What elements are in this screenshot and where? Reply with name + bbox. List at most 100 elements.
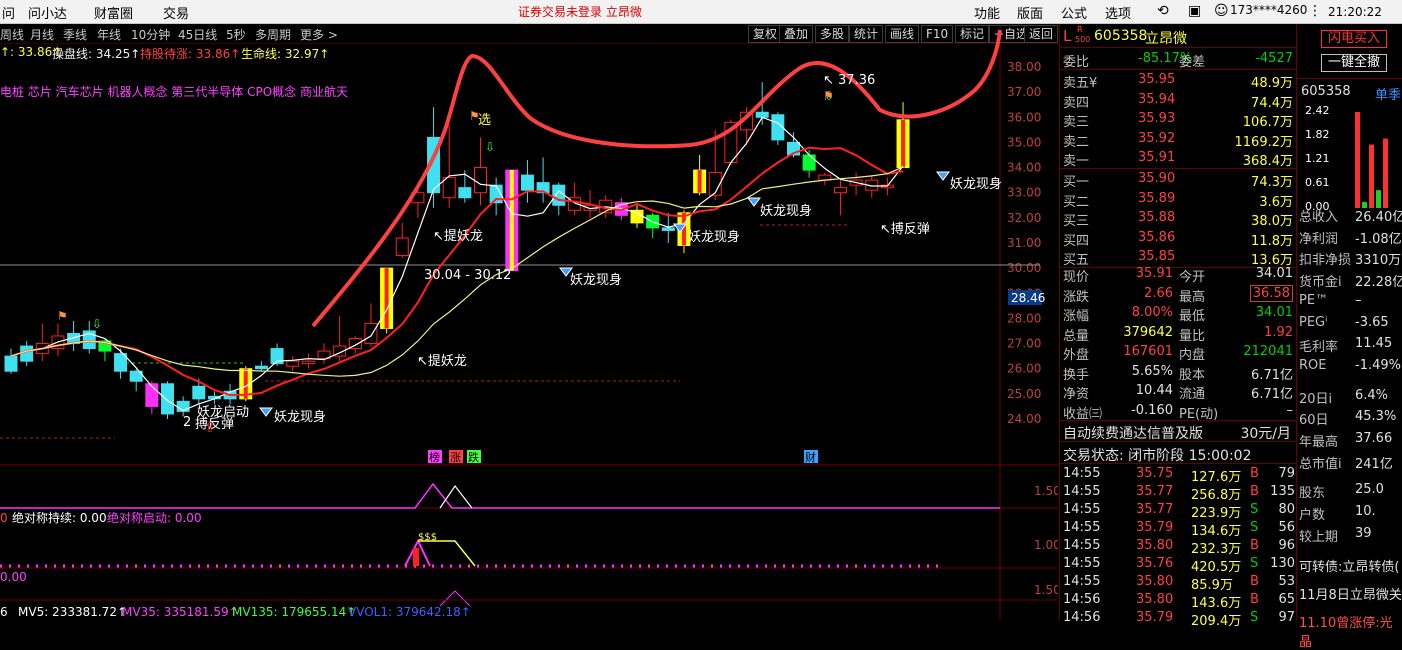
stat-row[interactable]: 现价 35.91 今开 34.01: [1060, 265, 1297, 285]
candle-body: [161, 383, 174, 415]
high-label: ↖ 37.36: [823, 73, 875, 88]
ask-row[interactable]: 卖二 35.92 1169.2万: [1060, 130, 1297, 150]
price-tick-label: 30.00: [1007, 261, 1041, 275]
refresh-icon[interactable]: ⟲: [1157, 3, 1169, 19]
tick-row[interactable]: 14:55 35.77 223.9万 S 80: [1060, 501, 1297, 521]
stat-row[interactable]: 涨幅 8.00% 最低 34.01: [1060, 304, 1297, 324]
signal-tiyaolong-2: ↖提妖龙: [417, 353, 467, 369]
ask-row[interactable]: 卖四 35.94 74.4万: [1060, 91, 1297, 111]
signal-xianshen-4: 妖龙现身: [950, 176, 1002, 192]
ask-price: 35.92: [1138, 130, 1176, 146]
tick-row[interactable]: 14:55 35.76 420.5万 S 130: [1060, 555, 1297, 575]
bid-price: 35.86: [1138, 229, 1176, 245]
stat-row[interactable]: 涨跌 2.66 最高 36.58: [1060, 284, 1297, 305]
tick-price: 35.77: [1136, 502, 1174, 517]
fundamental-value: –: [1355, 292, 1362, 308]
convertible-bond[interactable]: 可转债:立昂转债(: [1299, 556, 1399, 575]
fundamental-value: 45.3%: [1355, 409, 1397, 425]
fin-axis-label: 1.21: [1305, 152, 1330, 165]
fin-axis-label: 0.61: [1305, 176, 1330, 189]
concept-tags[interactable]: 电桩 芯片 汽车芯片 机器人概念 第三代半导体 CPO概念 商业航天: [0, 83, 348, 100]
menu-item-options[interactable]: 选项: [1105, 3, 1131, 22]
stat-label: 净资: [1063, 387, 1090, 402]
bid-row[interactable]: 买一 35.90 74.3万: [1060, 170, 1297, 190]
window-icon[interactable]: ▣: [1188, 3, 1201, 19]
right-code: 605358: [1301, 84, 1351, 99]
stat-row[interactable]: 净资 10.44 流通 6.71亿: [1060, 382, 1297, 402]
candle-body: [474, 167, 487, 194]
stat-value: 36.58: [1249, 284, 1293, 302]
up-arrow-icon: ⇧: [204, 420, 216, 436]
menu-item-formula[interactable]: 公式: [1061, 3, 1087, 22]
stat-value: 35.91: [1135, 266, 1173, 281]
quarter-toggle[interactable]: 单季: [1375, 84, 1401, 103]
fundamental-key: 总市值i: [1299, 456, 1342, 472]
tick-row[interactable]: 14:55 35.80 85.9万 B 53: [1060, 573, 1297, 593]
tick-row[interactable]: 14:55 35.77 256.8万 B 135: [1060, 483, 1297, 503]
stock-name: 立昂微: [1145, 31, 1187, 47]
event-marker-label: 榜: [429, 450, 440, 464]
stat-label: 最高: [1179, 289, 1206, 305]
quote-header: L R 500 605358 立昂微: [1060, 24, 1297, 48]
fundamental-value: 26.40亿: [1355, 210, 1402, 225]
more-icon[interactable]: ⋮: [1308, 3, 1322, 19]
ask-price: 35.91: [1138, 150, 1176, 165]
candle-body: [286, 360, 300, 367]
down-arrow-icon: ⇩: [92, 317, 102, 331]
sub3-spike: [439, 590, 471, 607]
promo-price[interactable]: 30元/月: [1240, 423, 1291, 443]
life-line-value: 生命线: 32.97↑: [241, 47, 330, 61]
price-tick-label: 28.00: [1007, 311, 1041, 325]
stat-value: –: [1286, 402, 1294, 418]
select-label: 选: [478, 113, 491, 128]
candle-body: [395, 237, 409, 257]
promo-text[interactable]: 自动续费通达信普及版: [1063, 423, 1203, 443]
bid-row[interactable]: 买三 35.88 38.0万: [1060, 209, 1297, 229]
promo-row[interactable]: 自动续费通达信普及版 30元/月: [1060, 422, 1297, 442]
stat-value: 379642: [1123, 324, 1173, 340]
stat-row[interactable]: 外盘 167601 内盘 212041: [1060, 343, 1297, 363]
fundamental-row: ROE -1.49%: [1297, 358, 1402, 379]
tick-list[interactable]: 14:55 35.75 127.6万 B 79 14:55 35.77 256.8万 B 135 1…: [1060, 465, 1297, 629]
bid-label: 买一: [1063, 175, 1090, 190]
ask-row[interactable]: 卖一 35.91 368.4万: [1060, 149, 1297, 169]
bid-row[interactable]: 买四 35.86 11.8万: [1060, 229, 1297, 249]
price-tick-label: 34.00: [1007, 161, 1041, 175]
diamond-signal-icon: [259, 407, 273, 417]
low-label: 2: [183, 415, 191, 430]
candle-inner-mark: [697, 170, 702, 193]
candle-body: [301, 360, 315, 365]
fundamental-key: 较上期: [1299, 529, 1339, 545]
stat-row[interactable]: 换手 5.65% 股本 6.71亿: [1060, 363, 1297, 383]
fundamental-value: 22.28亿: [1355, 275, 1402, 291]
tick-time: 14:55: [1063, 574, 1101, 589]
tick-row[interactable]: 14:55 35.79 134.6万 S 56: [1060, 519, 1297, 539]
ask-price: 35.95: [1138, 72, 1176, 87]
news-item-1[interactable]: 11月8日立昂微关: [1299, 584, 1402, 603]
stat-row[interactable]: 总量 379642 量比 1.92: [1060, 324, 1297, 344]
user-account[interactable]: 173****4260: [1230, 3, 1307, 17]
price-tick-label: 26.00: [1007, 362, 1041, 376]
stat-value: 8.00%: [1131, 305, 1173, 320]
ask-row[interactable]: 卖三 35.93 106.7万: [1060, 110, 1297, 130]
stat-row[interactable]: 收益㈢ -0.160 PE(动) –: [1060, 402, 1297, 422]
sub3-label: 0.00: [0, 570, 27, 584]
bid-row[interactable]: 买二 35.89 3.6万: [1060, 190, 1297, 210]
flash-buy-button[interactable]: 闪电买入: [1321, 30, 1387, 48]
tick-side: B: [1250, 592, 1259, 607]
fundamental-row: PEGⁱ -3.65: [1297, 315, 1402, 336]
tick-row[interactable]: 14:55 35.75 127.6万 B 79: [1060, 465, 1297, 485]
cancel-all-button[interactable]: 一键全撤: [1321, 54, 1387, 72]
candle-body: [833, 187, 847, 194]
news-item-2[interactable]: 11.10曾涨停:光晶: [1299, 612, 1402, 650]
ask-row[interactable]: 卖五¥ 35.95 48.9万: [1060, 71, 1297, 91]
candle-body: [442, 177, 456, 199]
fundamental-key: 净利润: [1299, 231, 1339, 247]
tick-row[interactable]: 14:56 35.79 209.4万 S 97: [1060, 609, 1297, 629]
tick-row[interactable]: 14:56 35.80 143.6万 B 65: [1060, 591, 1297, 611]
stat-value: 6.71亿: [1251, 387, 1293, 402]
weibi-label: 委比: [1063, 55, 1090, 70]
tick-row[interactable]: 14:55 35.80 232.3万 B 96: [1060, 537, 1297, 557]
tick-count: 97: [1278, 610, 1295, 625]
user-icon[interactable]: ☺: [1214, 3, 1229, 19]
